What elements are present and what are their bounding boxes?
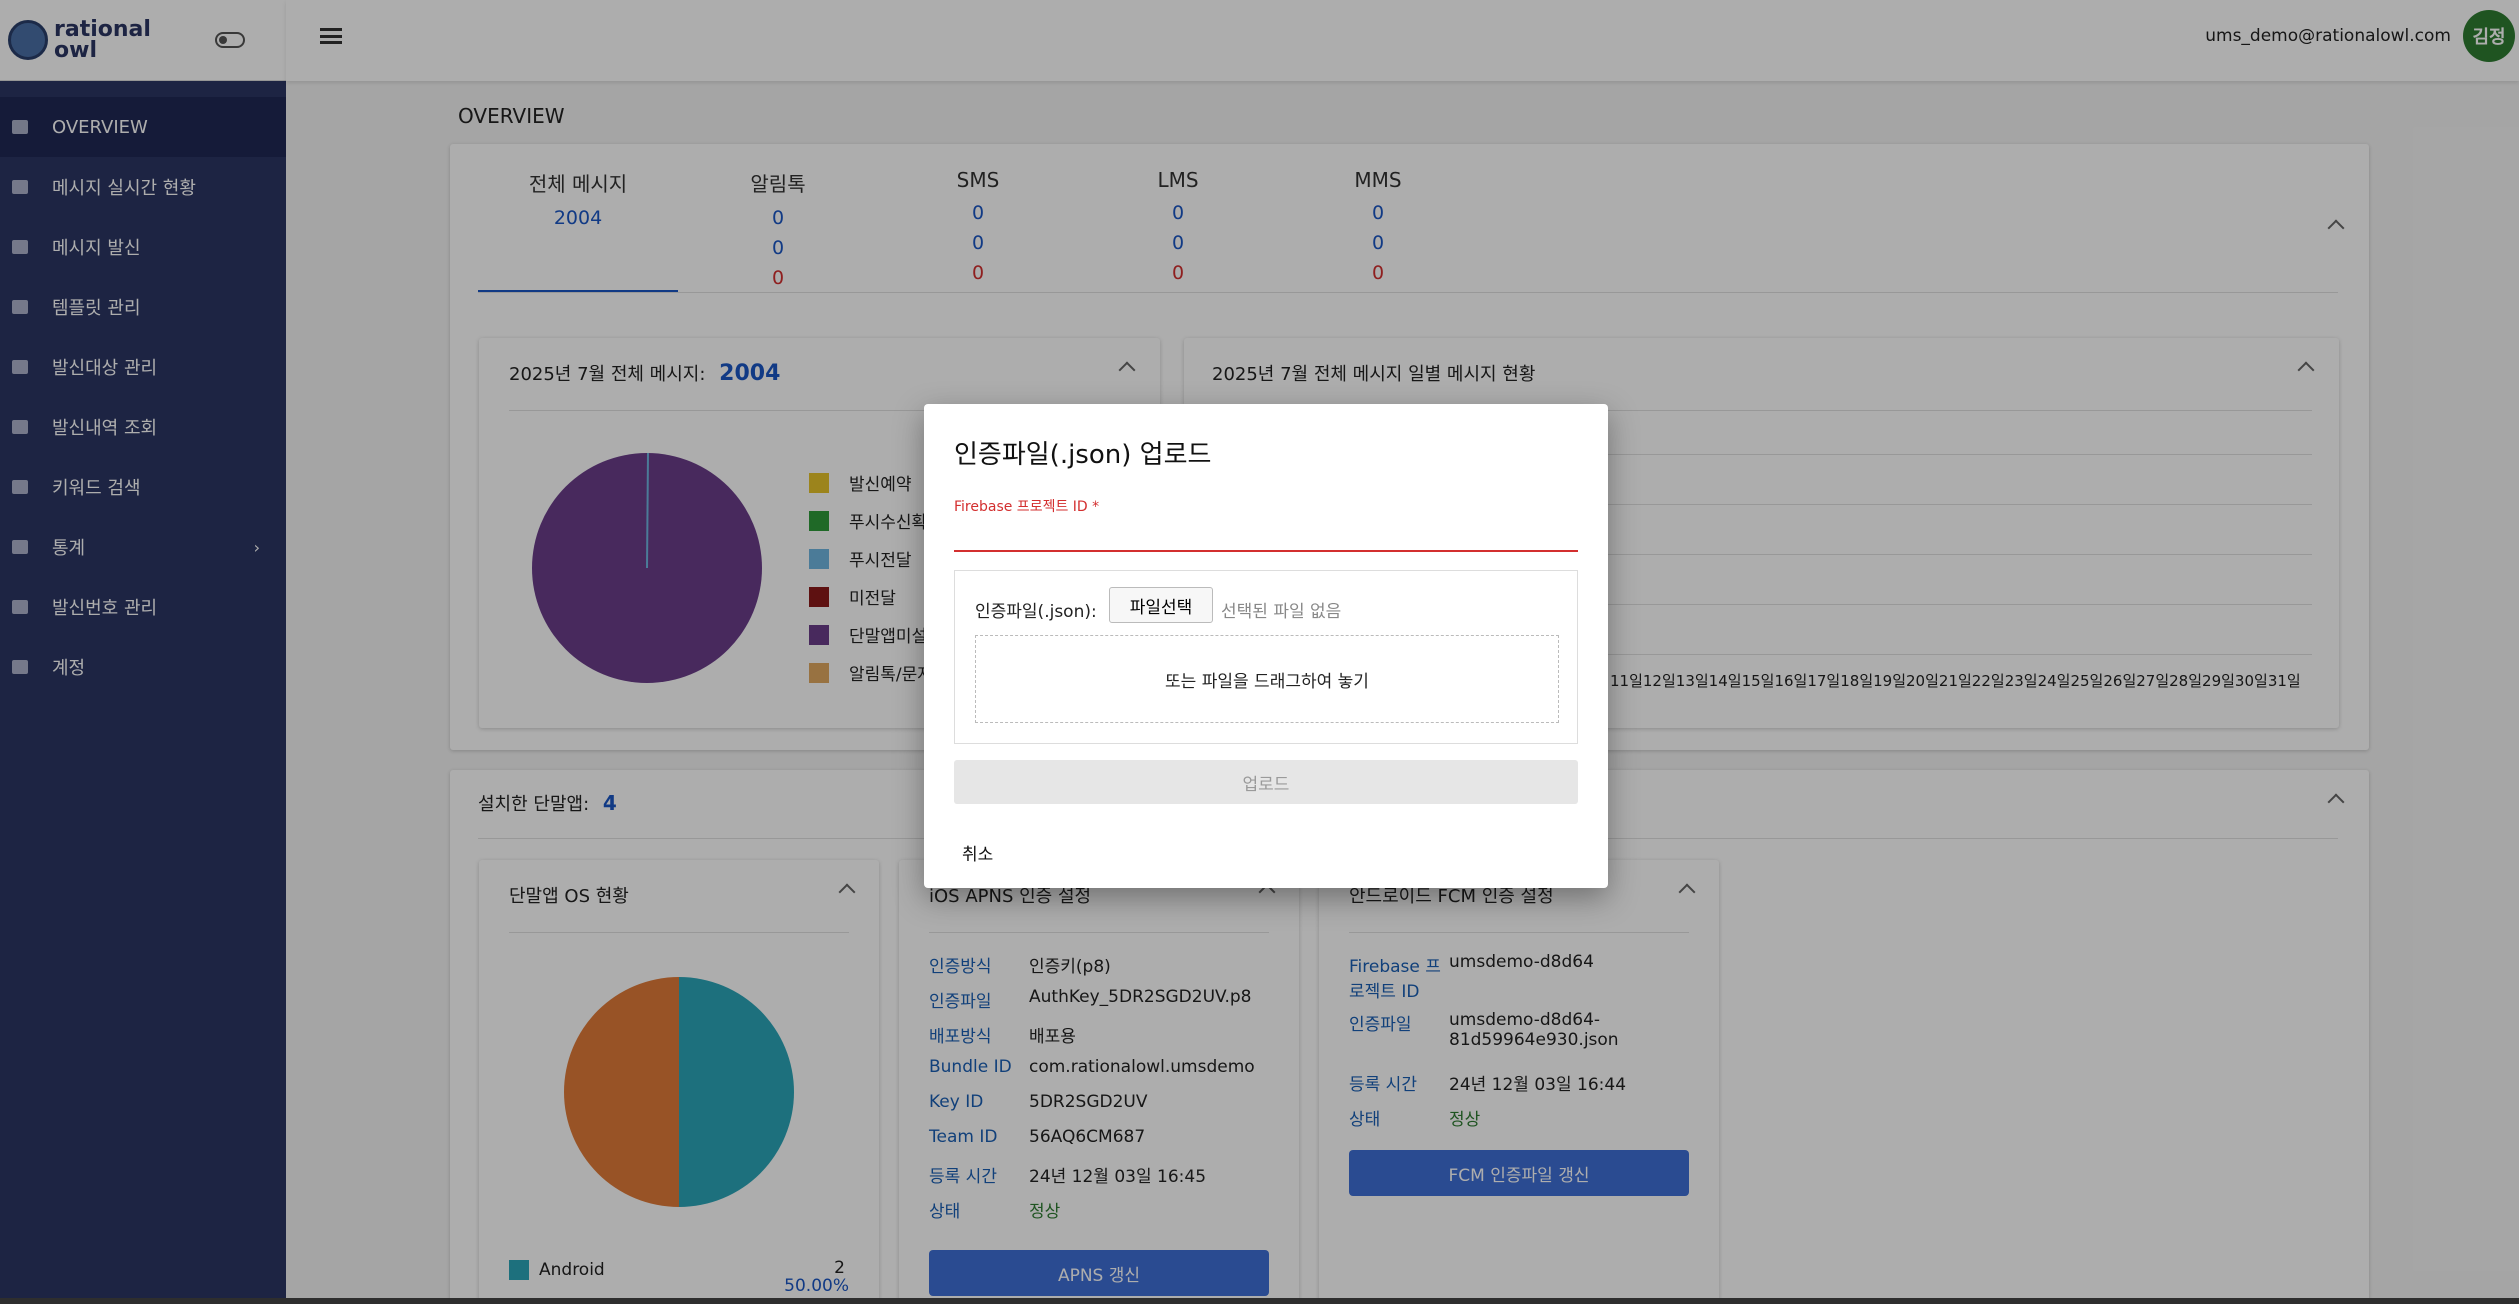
firebase-project-id-input[interactable] bbox=[954, 516, 1578, 552]
file-drop-zone[interactable]: 또는 파일을 드래그하여 놓기 bbox=[975, 635, 1559, 723]
file-upload-box: 인증파일(.json): 파일선택 선택된 파일 없음 또는 파일을 드래그하여… bbox=[954, 570, 1578, 744]
upload-dialog: 인증파일(.json) 업로드 Firebase 프로젝트 ID * 인증파일(… bbox=[924, 404, 1608, 888]
file-label: 인증파일(.json): bbox=[975, 602, 1097, 622]
cancel-button[interactable]: 취소 bbox=[962, 840, 993, 865]
upload-button[interactable]: 업로드 bbox=[954, 760, 1578, 804]
file-status: 선택된 파일 없음 bbox=[1221, 602, 1342, 622]
dialog-title: 인증파일(.json) 업로드 bbox=[954, 440, 1212, 470]
firebase-project-id-label: Firebase 프로젝트 ID * bbox=[954, 499, 1100, 515]
choose-file-button[interactable]: 파일선택 bbox=[1109, 587, 1213, 623]
